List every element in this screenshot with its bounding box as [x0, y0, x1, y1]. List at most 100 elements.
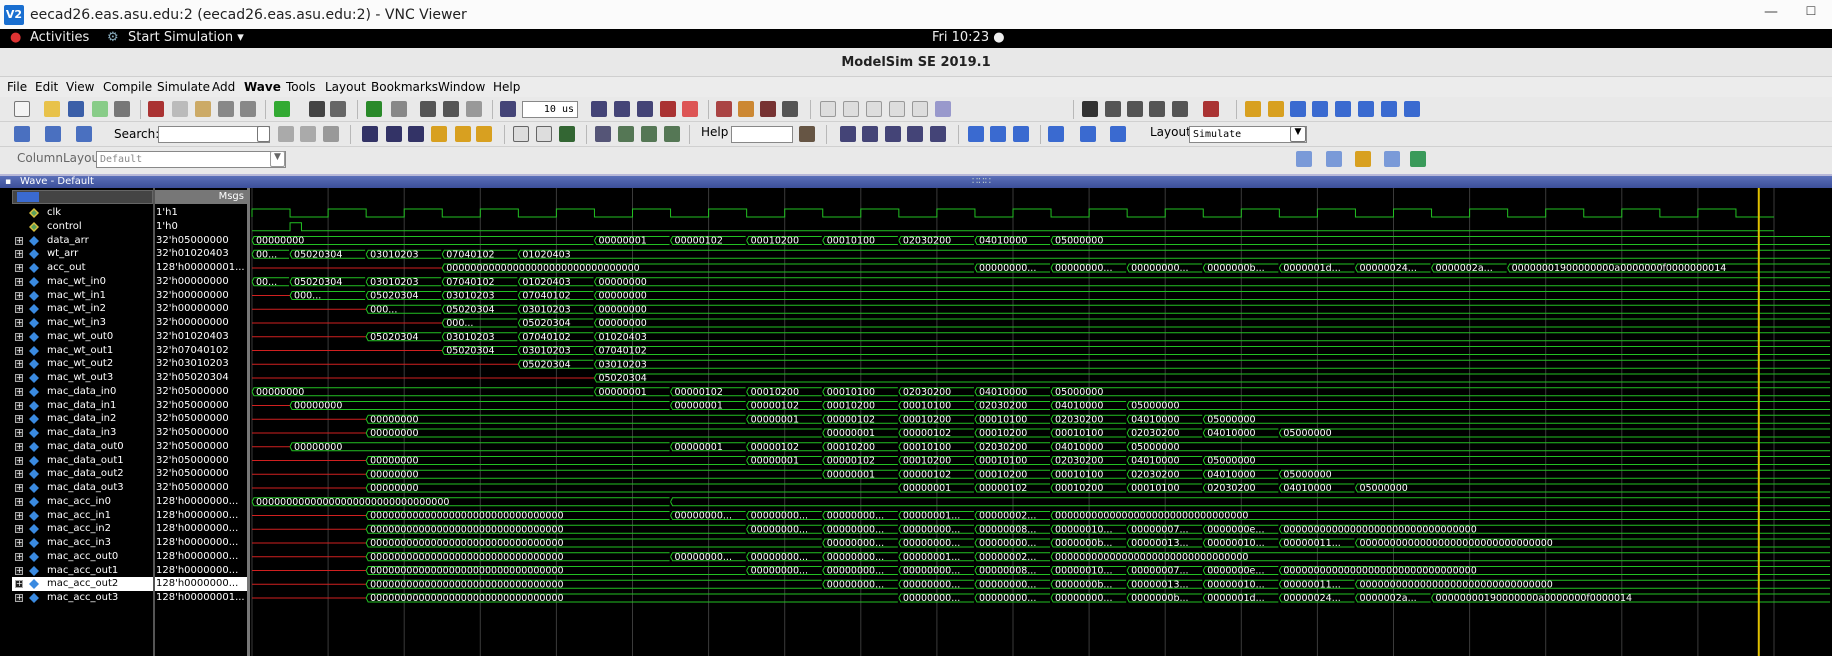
wave-tool-3-icon[interactable]: [1355, 151, 1371, 167]
expand-icon[interactable]: +: [15, 415, 23, 424]
expand-icon[interactable]: +: [15, 346, 23, 355]
trace-x-icon[interactable]: [885, 126, 901, 142]
signal-row[interactable]: + mac_acc_in2: [12, 522, 153, 536]
format-binary-icon[interactable]: [820, 101, 836, 117]
save-icon[interactable]: [68, 101, 84, 117]
new-file-icon[interactable]: [14, 101, 30, 117]
signal-row[interactable]: + mac_wt_out0: [12, 330, 153, 344]
signal-row[interactable]: + mac_data_out0: [12, 440, 153, 454]
signal-row[interactable]: + mac_acc_in0: [12, 495, 153, 509]
signal-row[interactable]: + mac_wt_out3: [12, 371, 153, 385]
minimize-icon[interactable]: —: [1760, 4, 1782, 24]
redo-icon[interactable]: [240, 101, 256, 117]
edge-search-icon[interactable]: [1381, 101, 1397, 117]
layout-dropdown-icon[interactable]: ▼: [1290, 126, 1306, 142]
waveform-canvas[interactable]: 00000000 00000001 00000102 00010200 00010100…: [250, 188, 1832, 656]
expand-icon[interactable]: +: [15, 442, 23, 451]
step-wave-icon[interactable]: [1048, 126, 1064, 142]
expand-icon[interactable]: +: [15, 552, 23, 561]
dataflow-icon[interactable]: [513, 126, 529, 142]
menu-wave[interactable]: Wave: [244, 80, 281, 94]
help-search-icon[interactable]: [799, 126, 815, 142]
falling-edge-icon[interactable]: [1335, 101, 1351, 117]
expand-icon[interactable]: +: [15, 332, 23, 341]
zoom-range-icon[interactable]: [455, 126, 471, 142]
select-mode-icon[interactable]: [1082, 101, 1098, 117]
stop-drawing-icon[interactable]: [1203, 101, 1219, 117]
zoom-in-icon[interactable]: [362, 126, 378, 142]
forward-arrow-icon[interactable]: [466, 101, 482, 117]
expand-icon[interactable]: +: [15, 250, 23, 259]
expand-icon[interactable]: +: [15, 291, 23, 300]
expand-icon[interactable]: +: [15, 497, 23, 506]
menu-simulate[interactable]: Simulate: [157, 80, 210, 94]
edit-mode-icon[interactable]: [1149, 101, 1165, 117]
simulate-icon[interactable]: [391, 101, 407, 117]
wave-tool-4-icon[interactable]: [1384, 151, 1400, 167]
signal-row[interactable]: + mac_acc_in1: [12, 509, 153, 523]
signal-row[interactable]: + mac_data_in2: [12, 412, 153, 426]
stop-icon[interactable]: [682, 101, 698, 117]
maximize-icon[interactable]: ☐: [1800, 4, 1822, 24]
trace-output-icon[interactable]: [907, 126, 923, 142]
signal-row[interactable]: clk: [12, 206, 153, 220]
expand-icon[interactable]: +: [15, 594, 23, 602]
print-icon[interactable]: [114, 101, 130, 117]
zoom-full-icon[interactable]: [408, 126, 424, 142]
memory-icon[interactable]: [559, 126, 575, 142]
format-octal-icon[interactable]: [843, 101, 859, 117]
help-input[interactable]: [731, 126, 793, 143]
signal-row[interactable]: + mac_data_in1: [12, 399, 153, 413]
wave-tool-1-icon[interactable]: [1296, 151, 1312, 167]
expand-icon[interactable]: +: [15, 456, 23, 465]
signal-row[interactable]: + mac_wt_in1: [12, 289, 153, 303]
prev-edge-icon[interactable]: [1290, 101, 1306, 117]
signal-row[interactable]: + mac_data_in0: [12, 385, 153, 399]
expand-icon[interactable]: +: [15, 401, 23, 410]
menu-layout[interactable]: Layout: [325, 80, 366, 94]
break-icon[interactable]: [660, 101, 676, 117]
restart-icon[interactable]: [500, 101, 516, 117]
signal-row[interactable]: + mac_wt_out2: [12, 357, 153, 371]
expand-icon[interactable]: +: [15, 470, 23, 479]
wave-format-icon[interactable]: [935, 101, 951, 117]
format-hex-icon[interactable]: [866, 101, 882, 117]
wave-tool-2-icon[interactable]: [1326, 151, 1342, 167]
collapse-time-icon[interactable]: [664, 126, 680, 142]
signal-row[interactable]: + mac_wt_out1: [12, 344, 153, 358]
export-wave-icon[interactable]: [1110, 126, 1126, 142]
trace-clear-icon[interactable]: [930, 126, 946, 142]
compile-icon[interactable]: [366, 101, 382, 117]
delete-cursor-icon[interactable]: [1268, 101, 1284, 117]
clock[interactable]: Fri 10:23 ●: [932, 30, 1005, 45]
expand-icon[interactable]: +: [15, 236, 23, 245]
bookmark-loop-icon[interactable]: [990, 126, 1006, 142]
add-wave-icon[interactable]: [274, 101, 290, 117]
signal-row[interactable]: control: [12, 220, 153, 234]
insert-cursor-icon[interactable]: [1245, 101, 1261, 117]
menu-view[interactable]: View: [66, 80, 94, 94]
bookmark-up-icon[interactable]: [968, 126, 984, 142]
signal-row[interactable]: + mac_acc_out1: [12, 564, 153, 578]
open-folder-icon[interactable]: [44, 101, 60, 117]
continue-icon[interactable]: [614, 101, 630, 117]
edge-search-back-icon[interactable]: [1404, 101, 1420, 117]
column-layout-dropdown-icon[interactable]: ▼: [270, 151, 285, 167]
menu-compile[interactable]: Compile: [103, 80, 152, 94]
signal-row[interactable]: + mac_data_out1: [12, 454, 153, 468]
undo-icon[interactable]: [218, 101, 234, 117]
stretch-mode-icon[interactable]: [1172, 101, 1188, 117]
expand-icon[interactable]: +: [15, 429, 23, 437]
step-over-icon[interactable]: [738, 101, 754, 117]
find-icon[interactable]: [309, 101, 325, 117]
menu-help[interactable]: Help: [493, 80, 520, 94]
run-all-icon[interactable]: [637, 101, 653, 117]
wave-tool-5-icon[interactable]: [1410, 151, 1426, 167]
signal-row[interactable]: + mac_data_out2: [12, 467, 153, 481]
signal-header-cell[interactable]: [12, 190, 153, 204]
menu-add[interactable]: Add: [212, 80, 235, 94]
cut-icon[interactable]: [148, 101, 164, 117]
signal-row[interactable]: + mac_acc_out3: [12, 591, 153, 605]
reload-icon[interactable]: [92, 101, 108, 117]
refresh-wave-icon[interactable]: [1080, 126, 1096, 142]
